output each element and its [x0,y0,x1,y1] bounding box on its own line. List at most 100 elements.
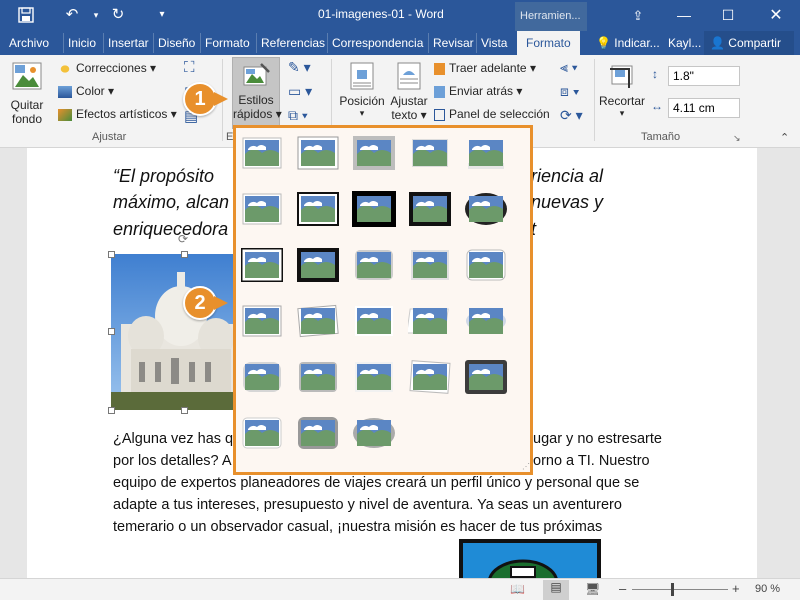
selected-photo[interactable] [111,254,241,410]
quick-style-option[interactable] [296,191,340,227]
send-backward-icon [434,85,445,98]
print-layout-icon[interactable]: ▤ [543,580,569,600]
quick-style-option[interactable] [408,247,452,283]
minimize-button[interactable]: — [666,0,702,31]
rotate-handle-icon[interactable]: ⟳ [178,232,188,246]
ribbon-display-icon[interactable]: ⇪ [620,0,656,31]
quick-style-option[interactable] [408,359,452,395]
undo-dropdown-icon[interactable]: ▾ [84,4,108,26]
quick-style-option[interactable] [352,303,396,339]
quick-style-option[interactable] [352,247,396,283]
zoom-out-button[interactable]: – [619,581,626,596]
quick-style-option[interactable] [406,303,452,339]
resize-handle-n[interactable] [181,251,188,258]
quick-style-option[interactable] [296,303,340,339]
tell-me-box[interactable]: 💡 Indicar... [596,33,660,53]
user-name[interactable]: Kayl... [668,33,701,53]
maximize-button[interactable]: ☐ [710,0,746,31]
quote-line-2-right: nuevas y [531,192,604,212]
paragraph-line-1-right: ugar y no estresarte [533,431,662,447]
panel-seleccion-button[interactable]: Panel de selección [434,107,550,121]
close-button[interactable]: ✕ [758,0,794,31]
resize-handle-w[interactable] [108,328,115,335]
recortar-button[interactable]: Recortar ▾ [598,61,646,119]
customize-qat-icon[interactable]: ▾ [150,4,174,26]
tab-inicio[interactable]: Inicio [63,33,96,53]
quick-style-option[interactable] [240,303,284,339]
posicion-button[interactable]: Posición ▾ [338,61,386,119]
save-icon[interactable] [14,4,38,26]
quitar-fondo-button[interactable]: Quitar fondo [6,61,48,126]
undo-icon[interactable]: ↶ [60,4,84,26]
group-label-ajustar: Ajustar [92,131,127,143]
tab-revisar[interactable]: Revisar [428,33,474,53]
estilos-rapidos-button[interactable]: Estilos rápidos ▾ [232,57,282,129]
quick-style-option[interactable] [352,135,396,171]
tab-formato[interactable]: Formato [200,33,250,53]
traer-adelante-button[interactable]: Traer adelante ▾ [434,61,536,75]
ribbon-separator [594,59,595,141]
quick-style-option[interactable] [240,191,284,227]
zoom-in-button[interactable]: + [732,581,740,596]
correcciones-button[interactable]: Correcciones ▾ [58,61,156,75]
quick-style-option[interactable] [296,135,340,171]
quick-style-option[interactable] [408,191,452,227]
ajustar-texto-button[interactable]: Ajustar texto ▾ [388,61,430,122]
quick-style-option[interactable] [240,135,284,171]
tab-referencias[interactable]: Referencias [256,33,325,53]
quick-style-option[interactable] [464,303,508,339]
align-icon[interactable]: ⫷ ▾ [560,59,578,76]
quick-style-option[interactable] [464,359,508,395]
quick-style-option[interactable] [352,359,396,395]
web-layout-icon[interactable]: 🖥 [585,582,600,596]
picture-effects-icon[interactable]: ▭ ▾ [288,83,312,100]
quick-style-option[interactable] [240,415,284,451]
quick-style-option[interactable] [296,247,340,283]
picture-border-icon[interactable]: ✎ ▾ [288,59,311,76]
enviar-atras-button[interactable]: Enviar atrás ▾ [434,84,522,98]
read-mode-icon[interactable]: 📖 [510,582,525,596]
share-button[interactable]: 👤 Compartir [704,31,794,55]
tab-diseno[interactable]: Diseño [153,33,195,53]
tab-vista[interactable]: Vista [476,33,507,53]
width-field[interactable]: 4.11 cm [668,98,740,118]
color-button[interactable]: Color ▾ [58,84,114,98]
zoom-slider-track[interactable] [632,589,728,590]
compress-icon[interactable]: ⛶ [184,59,195,76]
quick-style-option[interactable] [464,247,508,283]
color-icon [58,85,72,98]
zoom-level[interactable]: 90 % [755,583,780,595]
zoom-slider-thumb[interactable] [671,583,674,596]
collapse-ribbon-icon[interactable]: ⌃ [780,131,789,144]
rotate-icon[interactable]: ⟳ ▾ [560,107,583,124]
quick-style-option[interactable] [352,191,396,227]
quick-style-option[interactable] [464,135,508,171]
paragraph-line-3: equipo de expertos planeadores de viajes… [113,475,640,491]
quick-style-option[interactable] [352,415,396,451]
second-image[interactable] [459,539,601,578]
bring-forward-icon [434,62,445,75]
paragraph-line-2-right: orno a TI. Nuestro [533,453,650,469]
resize-handle-nw[interactable] [108,251,115,258]
resize-handle-sw[interactable] [108,407,115,414]
tab-archivo[interactable]: Archivo [9,33,49,53]
height-field[interactable]: 1.8" [668,66,740,86]
quick-style-option[interactable] [240,247,284,283]
position-icon [350,62,374,90]
picture-layout-icon[interactable]: ⧉ ▾ [288,107,308,124]
tab-insertar[interactable]: Insertar [103,33,149,53]
resize-handle-s[interactable] [181,407,188,414]
efectos-artisticos-button[interactable]: Efectos artísticos ▾ [58,107,177,121]
redo-icon[interactable]: ↻ [106,4,130,26]
tab-formato-imagen[interactable]: Formato [517,31,580,55]
quick-style-option[interactable] [240,359,284,395]
quick-style-option[interactable] [296,415,340,451]
group-objects-icon[interactable]: ⧈ ▾ [560,83,580,100]
quick-style-option[interactable] [296,359,340,395]
quick-style-option[interactable] [464,191,508,227]
quick-style-option[interactable] [408,135,452,171]
basilica-photo [111,254,241,410]
gallery-resize-grip-icon[interactable]: ⋰ [522,462,530,471]
tab-correspondencia[interactable]: Correspondencia [327,33,423,53]
size-dialog-launcher-icon[interactable]: ↘ [733,133,741,144]
